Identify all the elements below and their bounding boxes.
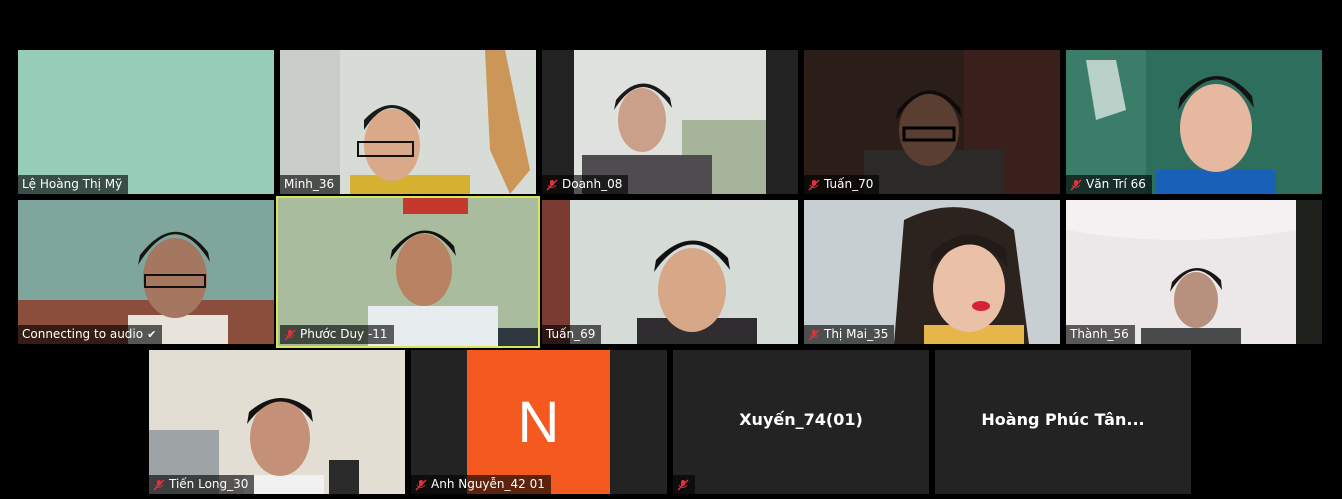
video-tile-tien-long-30[interactable]: Tiến Long_30 (149, 350, 405, 494)
mic-muted-icon (808, 328, 820, 341)
participant-name-tag: Văn Trí 66 (1066, 175, 1152, 194)
video-feed (1066, 200, 1322, 344)
video-tile-phuoc-duy-11[interactable]: Phước Duy -11 (276, 196, 540, 348)
mic-muted-icon (546, 178, 558, 191)
participant-name-tag: Tuấn_69 (542, 325, 602, 344)
video-feed (1066, 50, 1322, 194)
video-feed (542, 200, 798, 344)
participant-name-tag: Tiến Long_30 (149, 475, 255, 494)
participant-name: Minh_36 (284, 177, 335, 191)
video-tile-le-hoang-thi-my[interactable]: Lệ Hoàng Thị Mỹ (18, 50, 274, 194)
video-feed (804, 200, 1060, 344)
participant-name-tag: Thị Mai_35 (804, 325, 895, 344)
video-feed (804, 50, 1060, 194)
video-tile-thi-mai-35[interactable]: Thị Mai_35 (804, 200, 1060, 344)
video-feed (18, 50, 274, 194)
participant-name: Lệ Hoàng Thị Mỹ (22, 177, 123, 191)
video-tile-doanh-08[interactable]: Doanh_08 (542, 50, 798, 194)
video-feed (18, 200, 274, 344)
participant-name-tag: Lệ Hoàng Thị Mỹ (18, 175, 129, 194)
participant-name: Doanh_08 (562, 177, 623, 191)
participant-name: Tiến Long_30 (169, 477, 249, 491)
participant-name: Anh Nguyễn_42 01 (431, 477, 545, 491)
participant-name: Connecting to audio (22, 327, 144, 341)
participant-name-tag (673, 475, 695, 494)
participant-name: Hoàng Phúc Tân... (981, 410, 1145, 429)
video-tile-van-tri-66[interactable]: Văn Trí 66 (1066, 50, 1322, 194)
video-tile-tuan-70[interactable]: Tuấn_70 (804, 50, 1060, 194)
video-tile-minh-36[interactable]: Minh_36 (280, 50, 536, 194)
mic-muted-icon (677, 478, 689, 491)
video-tile-hoang-phuc-tan[interactable]: Hoàng Phúc Tân... (935, 350, 1191, 494)
participant-name: Văn Trí 66 (1086, 177, 1146, 191)
avatar: N (467, 350, 610, 494)
participant-name: Thành_56 (1070, 327, 1129, 341)
video-tile-connecting-to-audio[interactable]: Connecting to audio ✔ (18, 200, 274, 344)
video-tile-anh-nguyen-42[interactable]: N Anh Nguyễn_42 01 (411, 350, 667, 494)
video-feed (280, 50, 536, 194)
participant-name: Tuấn_70 (824, 177, 874, 191)
checkmark-icon: ✔ (147, 328, 157, 341)
mic-muted-icon (808, 178, 820, 191)
mic-muted-icon (1070, 178, 1082, 191)
video-feed (542, 50, 798, 194)
video-tile-tuan-69[interactable]: Tuấn_69 (542, 200, 798, 344)
participant-name-tag: Minh_36 (280, 175, 341, 194)
participant-name: Phước Duy -11 (300, 327, 388, 341)
participant-name-tag: Connecting to audio ✔ (18, 325, 163, 344)
participant-name: Xuyến_74(01) (739, 410, 863, 429)
video-tile-thanh-56[interactable]: Thành_56 (1066, 200, 1322, 344)
participant-name-tag: Thành_56 (1066, 325, 1135, 344)
participant-name-tag: Anh Nguyễn_42 01 (411, 475, 551, 494)
participant-name-tag: Phước Duy -11 (280, 325, 394, 344)
video-tile-xuyen-74[interactable]: Xuyến_74(01) (673, 350, 929, 494)
participant-name-tag: Tuấn_70 (804, 175, 880, 194)
video-feed (149, 350, 405, 494)
mic-muted-icon (153, 478, 165, 491)
mic-muted-icon (415, 478, 427, 491)
participant-name: Thị Mai_35 (824, 327, 889, 341)
video-feed (278, 198, 538, 346)
participant-name: Tuấn_69 (546, 327, 596, 341)
mic-muted-icon (284, 328, 296, 341)
participant-name-tag: Doanh_08 (542, 175, 629, 194)
